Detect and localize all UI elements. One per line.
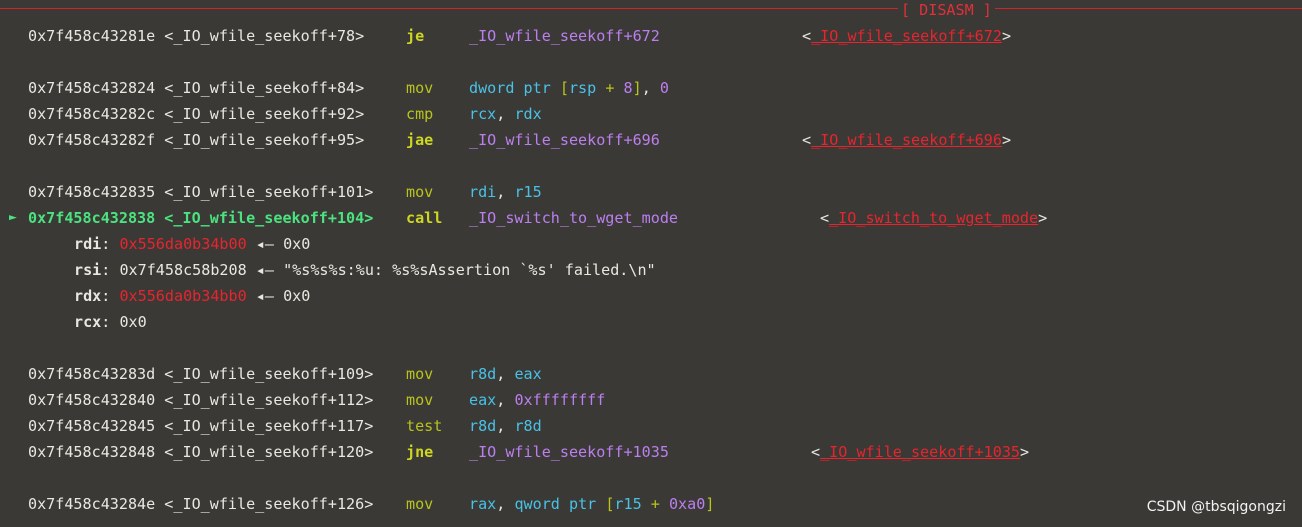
instruction-operands: rdi, r15 (469, 183, 542, 201)
header-rule-left (0, 8, 898, 9)
instruction-operands: r8d, r8d (469, 417, 542, 435)
instruction-address: 0x7f458c432824 <_IO_wfile_seekoff+84> (28, 79, 365, 97)
instruction-mnemonic: mov (406, 183, 434, 201)
instruction-mnemonic: je (406, 27, 425, 45)
instruction-address: 0x7f458c43283d <_IO_wfile_seekoff+109> (28, 365, 374, 383)
instruction-address: 0x7f458c43281e <_IO_wfile_seekoff+78> (28, 27, 365, 45)
instruction-mnemonic: jae (406, 131, 434, 149)
arg-deref: 0x0 (283, 235, 311, 253)
instruction-operands: r8d, eax (469, 365, 542, 383)
call-arg: rdi: 0x556da0b34b00 ◂— 0x0 (74, 235, 311, 253)
instruction-mnemonic: cmp (406, 105, 434, 123)
arg-value: 0x7f458c58b208 (119, 261, 247, 279)
instruction-address: 0x7f458c432838 <_IO_wfile_seekoff+104> (28, 209, 374, 227)
arg-value: 0x0 (119, 313, 147, 331)
instruction-address: 0x7f458c43282c <_IO_wfile_seekoff+92> (28, 105, 365, 123)
instruction-operands: eax, 0xffffffff (469, 391, 606, 409)
branch-target: <_IO_wfile_seekoff+1035> (811, 443, 1030, 461)
instruction-mnemonic: mov (406, 391, 434, 409)
branch-target: <_IO_wfile_seekoff+672> (802, 27, 1012, 45)
instruction-operands: rcx, rdx (469, 105, 542, 123)
deref-arrow-icon: ◂— (255, 287, 274, 305)
branch-target-symbol: _IO_wfile_seekoff+672 (811, 27, 1002, 45)
instruction-operand: _IO_switch_to_wget_mode (469, 209, 679, 227)
header-rule-right (995, 8, 1302, 9)
branch-target-symbol: _IO_wfile_seekoff+1035 (820, 443, 1021, 461)
instruction-operand: _IO_wfile_seekoff+672 (469, 27, 660, 45)
disasm-header: [ DISASM ] (901, 1, 992, 19)
branch-target-symbol: _IO_switch_to_wget_mode (829, 209, 1039, 227)
deref-arrow-icon: ◂— (255, 261, 274, 279)
deref-arrow-icon: ◂— (255, 235, 274, 253)
csdn-watermark: CSDN @tbsqigongzi (1146, 499, 1286, 515)
call-arg: rdx: 0x556da0b34bb0 ◂— 0x0 (74, 287, 311, 305)
arg-deref: "%s%s%s:%u: %s%sAssertion `%s' failed.\n… (283, 261, 656, 279)
instruction-mnemonic: test (406, 417, 443, 435)
arg-deref: 0x0 (283, 287, 311, 305)
instruction-address: 0x7f458c432840 <_IO_wfile_seekoff+112> (28, 391, 374, 409)
branch-target: <_IO_wfile_seekoff+696> (802, 131, 1012, 149)
instruction-address: 0x7f458c432845 <_IO_wfile_seekoff+117> (28, 417, 374, 435)
arg-value: 0x556da0b34b00 (119, 235, 247, 253)
instruction-address: 0x7f458c43282f <_IO_wfile_seekoff+95> (28, 131, 365, 149)
instruction-operand: _IO_wfile_seekoff+696 (469, 131, 660, 149)
instruction-mnemonic: mov (406, 365, 434, 383)
instruction-operands: dword ptr [rsp + 8], 0 (469, 79, 669, 97)
instruction-address: 0x7f458c432848 <_IO_wfile_seekoff+120> (28, 443, 374, 461)
instruction-mnemonic: call (406, 209, 443, 227)
instruction-mnemonic: jne (406, 443, 434, 461)
instruction-mnemonic: mov (406, 79, 434, 97)
branch-target-symbol: _IO_wfile_seekoff+696 (811, 131, 1002, 149)
instruction-mnemonic: mov (406, 495, 434, 513)
instruction-operand: _IO_wfile_seekoff+1035 (469, 443, 669, 461)
current-instruction-marker-icon: ► (9, 210, 17, 225)
call-arg: rsi: 0x7f458c58b208 ◂— "%s%s%s:%u: %s%sA… (74, 261, 656, 279)
instruction-operands: rax, qword ptr [r15 + 0xa0] (469, 495, 715, 513)
call-arg: rcx: 0x0 (74, 313, 147, 331)
branch-target: <_IO_switch_to_wget_mode> (820, 209, 1048, 227)
instruction-address: 0x7f458c432835 <_IO_wfile_seekoff+101> (28, 183, 374, 201)
instruction-address: 0x7f458c43284e <_IO_wfile_seekoff+126> (28, 495, 374, 513)
arg-value: 0x556da0b34bb0 (119, 287, 247, 305)
